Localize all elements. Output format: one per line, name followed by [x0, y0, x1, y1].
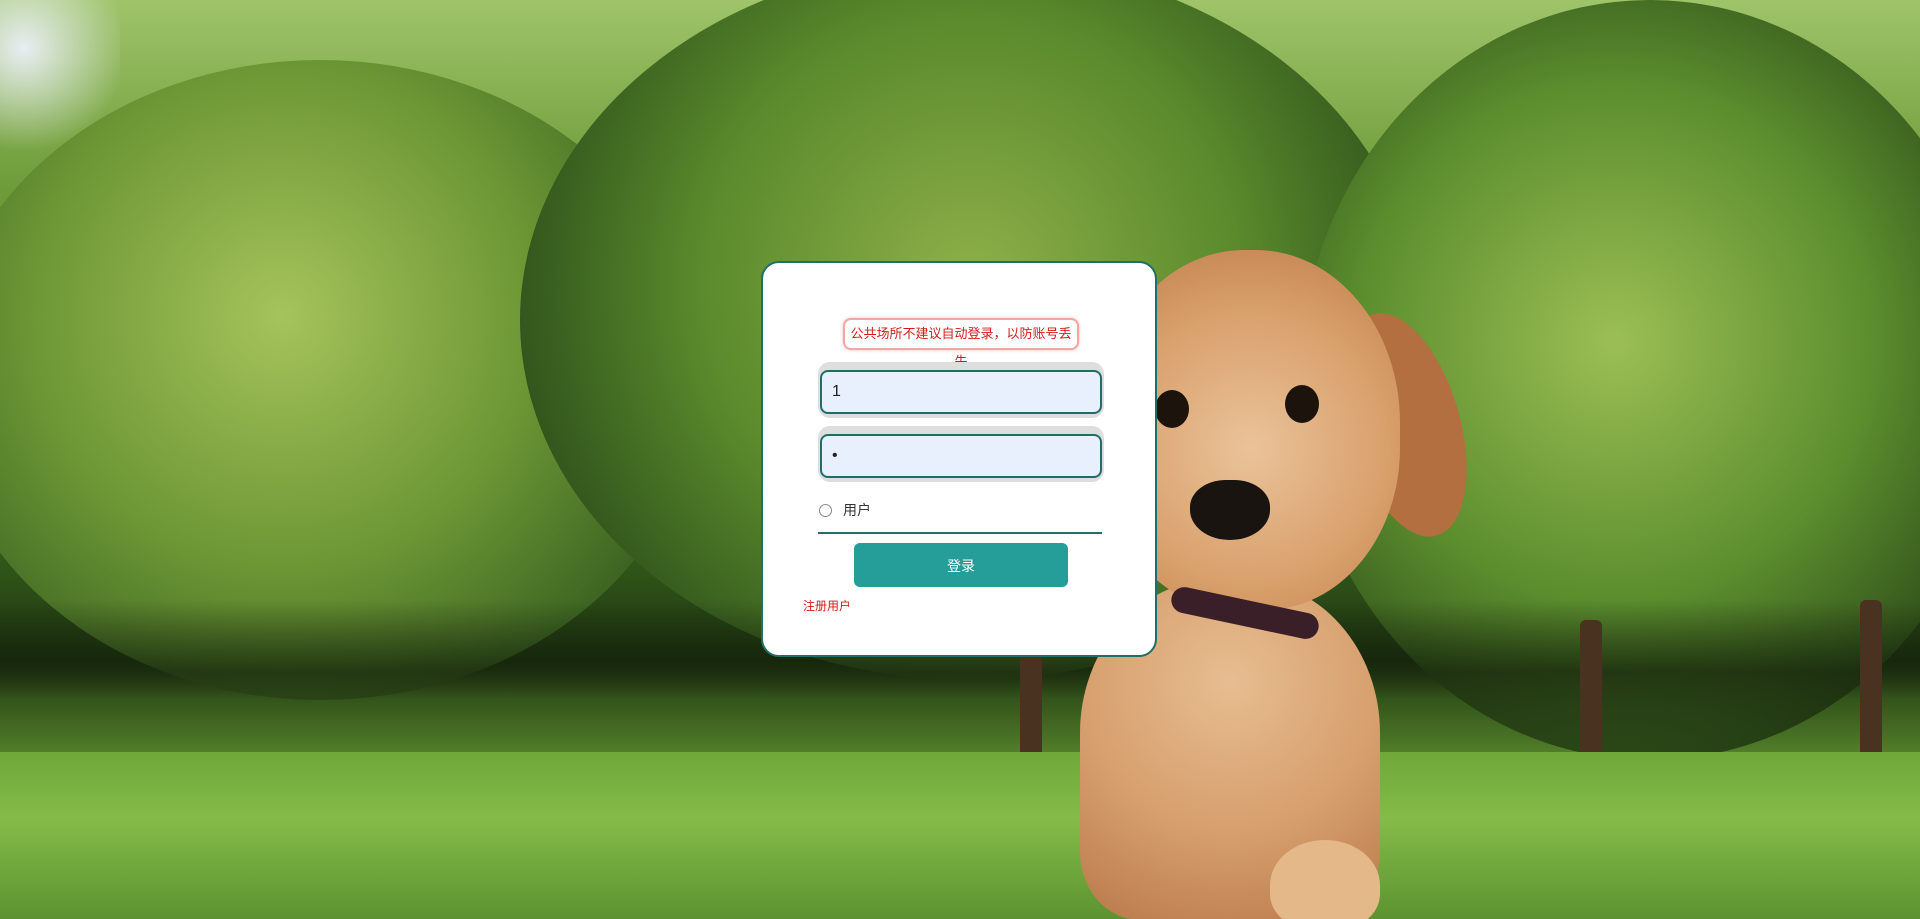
user-role-radio[interactable]: [819, 503, 832, 517]
tree-trunk: [1020, 650, 1042, 760]
form-divider: [818, 532, 1102, 534]
login-button[interactable]: 登录: [854, 543, 1068, 587]
register-link[interactable]: 注册用户: [803, 597, 851, 614]
security-notice: 公共场所不建议自动登录，以防账号丢失: [843, 318, 1079, 369]
grass-lawn: [0, 752, 1920, 919]
puppy-nose: [1190, 480, 1270, 540]
username-input[interactable]: [820, 370, 1102, 414]
password-input[interactable]: [820, 434, 1102, 478]
tree-trunk: [1860, 600, 1882, 760]
password-field-container: [818, 426, 1104, 482]
login-card: 公共场所不建议自动登录，以防账号丢失 用户 登录 注册用户: [761, 261, 1157, 657]
puppy-eye-left: [1155, 390, 1189, 428]
user-role-label: 用户: [843, 502, 871, 518]
role-option-user[interactable]: 用户: [818, 499, 871, 521]
username-field-container: [818, 362, 1104, 418]
tree-trunk: [1580, 620, 1602, 760]
puppy-eye-right: [1285, 385, 1319, 423]
